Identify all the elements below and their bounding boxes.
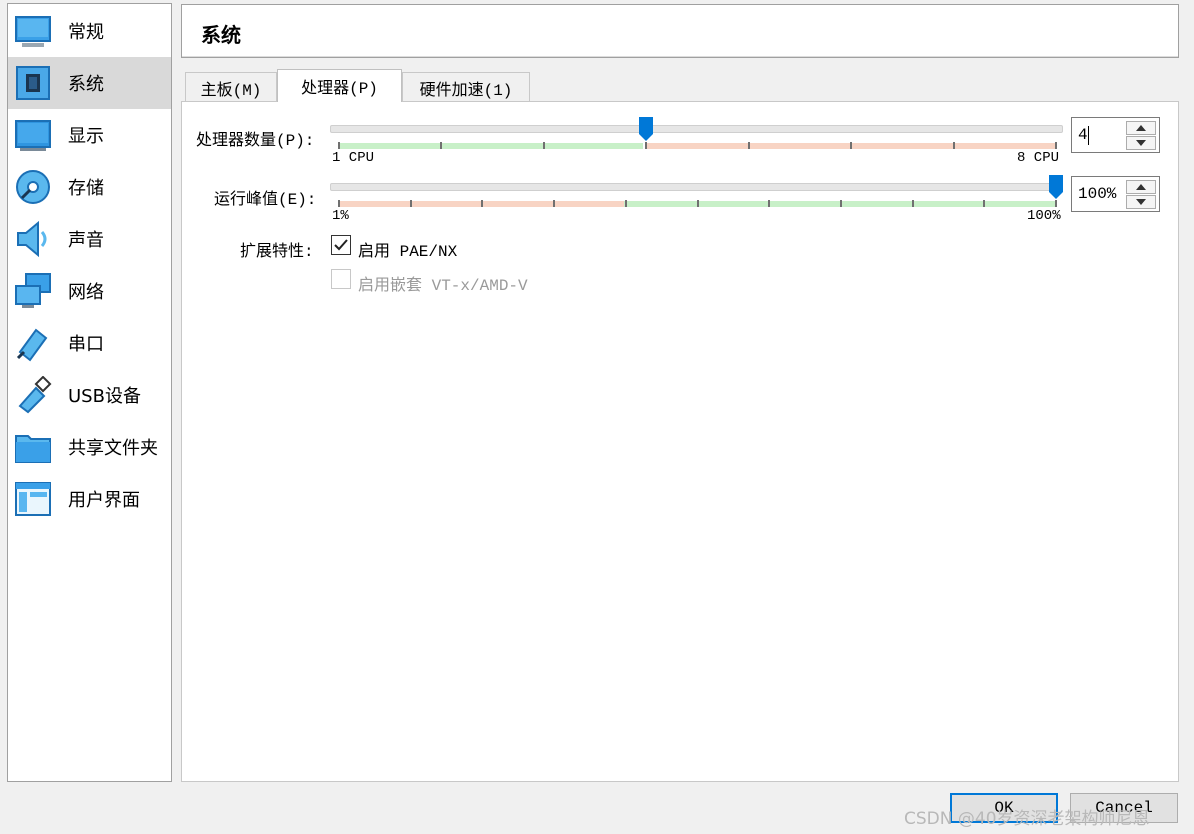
sidebar-item-label: 存储 xyxy=(68,178,104,199)
arrow-up-icon xyxy=(1136,125,1146,131)
disk-icon xyxy=(16,170,50,204)
arrow-down-icon xyxy=(1136,199,1146,205)
cpu-max-label: 8 CPU xyxy=(1017,150,1060,166)
cpu-min-label: 1 CPU xyxy=(332,150,375,166)
sidebar-item-general[interactable]: 常规 xyxy=(8,5,171,57)
sidebar-item-label: 系统 xyxy=(68,74,104,95)
sidebar-item-label: 常规 xyxy=(68,22,104,43)
cpu-count-increment-button[interactable] xyxy=(1126,121,1156,135)
sidebar-item-label: 共享文件夹 xyxy=(68,438,158,459)
cpu-count-slider-thumb[interactable] xyxy=(639,117,654,141)
chip-icon xyxy=(16,66,50,100)
nested-virtualization-checkbox[interactable] xyxy=(331,269,351,289)
cpu-tick xyxy=(542,142,545,149)
tab-motherboard[interactable]: 主板(M) xyxy=(185,72,277,102)
tab-label: 处理器(P) xyxy=(301,80,378,98)
cpu-tick xyxy=(1055,142,1057,149)
cpu-count-label: 处理器数量(P): xyxy=(196,132,315,150)
exec-tick xyxy=(696,200,699,207)
execution-cap-increment-button[interactable] xyxy=(1126,180,1156,194)
cpu-count-decrement-button[interactable] xyxy=(1126,136,1156,150)
nested-virtualization-label: 启用嵌套 VT-x/AMD-V xyxy=(358,277,528,295)
exec-tick xyxy=(624,200,627,207)
sidebar-item-label: 显示 xyxy=(68,126,104,147)
exec-min-label: 1% xyxy=(332,208,349,224)
cpu-tick xyxy=(747,142,750,149)
cpu-tick xyxy=(850,142,853,149)
exec-tick xyxy=(768,200,771,207)
exec-tick xyxy=(911,200,914,207)
pae-nx-label: 启用 PAE/NX xyxy=(358,243,458,261)
tab-acceleration[interactable]: 硬件加速(1) xyxy=(402,72,530,102)
execution-cap-value: 100% xyxy=(1078,185,1117,203)
sidebar-item-label: 用户界面 xyxy=(68,490,140,511)
speaker-icon xyxy=(17,220,47,258)
window-icon xyxy=(15,482,51,516)
sidebar-item-serial[interactable]: 串口 xyxy=(8,317,171,369)
sidebar-item-label: 串口 xyxy=(68,334,104,355)
sidebar-item-user-interface[interactable]: 用户界面 xyxy=(8,473,171,525)
cpu-count-slider-track[interactable] xyxy=(330,125,1063,133)
serial-port-icon xyxy=(16,328,48,362)
usb-icon xyxy=(18,376,52,414)
text-caret xyxy=(1088,126,1089,145)
pae-nx-checkbox[interactable] xyxy=(331,235,351,255)
execution-cap-slider-track[interactable] xyxy=(330,183,1063,191)
display-icon xyxy=(15,120,51,151)
monitor-icon xyxy=(15,16,51,47)
cpu-tick xyxy=(952,142,955,149)
exec-tick xyxy=(481,200,484,207)
sidebar-item-label: 声音 xyxy=(68,230,104,251)
execution-cap-slider-thumb[interactable] xyxy=(1049,175,1063,199)
sidebar-item-audio[interactable]: 声音 xyxy=(8,213,171,265)
sidebar-item-storage[interactable]: 存储 xyxy=(8,161,171,213)
network-icon xyxy=(15,273,51,308)
extended-features-label: 扩展特性: xyxy=(240,243,314,261)
exec-tick xyxy=(409,200,412,207)
page-header: 系统 xyxy=(181,4,1179,58)
tab-processor[interactable]: 处理器(P) xyxy=(277,69,402,102)
sidebar-item-shared-folders[interactable]: 共享文件夹 xyxy=(8,421,171,473)
execution-cap-spinbox[interactable]: 100% xyxy=(1071,176,1160,212)
exec-tick xyxy=(1055,200,1057,207)
tab-label: 主板(M) xyxy=(200,81,262,100)
sidebar-item-display[interactable]: 显示 xyxy=(8,109,171,161)
exec-tick xyxy=(338,200,340,207)
cpu-tick xyxy=(338,142,340,149)
sidebar-item-network[interactable]: 网络 xyxy=(8,265,171,317)
sidebar-item-usb[interactable]: USB设备 xyxy=(8,369,171,421)
execution-cap-label: 运行峰值(E): xyxy=(214,191,317,209)
cpu-count-spinbox[interactable]: 4 xyxy=(1071,117,1160,153)
exec-tick xyxy=(839,200,842,207)
settings-category-list: 常规 系统 显示 存储 声音 网络 串口 USB设备 共享文件夹 用户界面 xyxy=(7,3,172,782)
watermark: CSDN @40岁资深老架构师尼恩 xyxy=(904,809,1150,829)
cpu-tick xyxy=(645,142,648,149)
sidebar-item-label: USB设备 xyxy=(68,386,141,407)
sidebar-item-label: 网络 xyxy=(68,282,104,303)
sidebar-item-system[interactable]: 系统 xyxy=(8,57,171,109)
checkmark-icon xyxy=(334,239,348,251)
arrow-up-icon xyxy=(1136,184,1146,190)
exec-tick xyxy=(983,200,986,207)
tab-label: 硬件加速(1) xyxy=(419,81,513,100)
page-title: 系统 xyxy=(201,23,241,47)
exec-tick xyxy=(553,200,556,207)
folder-icon xyxy=(15,435,51,463)
cpu-recommended-range xyxy=(338,143,643,149)
arrow-down-icon xyxy=(1136,140,1146,146)
exec-max-label: 100% xyxy=(1027,208,1061,224)
cpu-count-value: 4 xyxy=(1078,126,1088,144)
cpu-tick xyxy=(440,142,443,149)
execution-cap-decrement-button[interactable] xyxy=(1126,195,1156,209)
